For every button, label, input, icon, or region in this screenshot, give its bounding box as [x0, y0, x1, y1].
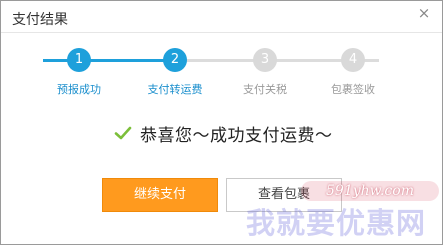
- check-icon: [114, 126, 132, 140]
- step-1-label: 预报成功: [57, 83, 101, 96]
- step-2-label: 支付转运费: [147, 83, 203, 96]
- step-track-completed: [43, 59, 175, 62]
- watermark-url: 591yhw.com: [301, 181, 439, 201]
- payment-result-dialog: 支付结果 × 1 2 3 4 预报成功 支付转运费 支付关税 包裹签收 恭喜您～…: [0, 0, 443, 245]
- dialog-title: 支付结果: [12, 12, 68, 28]
- step-3-label: 支付关税: [243, 83, 287, 96]
- header-divider: [1, 32, 442, 33]
- continue-payment-button[interactable]: 继续支付: [102, 178, 218, 212]
- step-3-circle: 3: [253, 48, 277, 72]
- step-4-circle: 4: [341, 48, 365, 72]
- step-2-circle: 2: [163, 48, 187, 72]
- result-message: 恭喜您～成功支付运费～: [114, 121, 333, 146]
- success-text: 恭喜您～成功支付运费～: [140, 125, 333, 146]
- close-icon[interactable]: ×: [417, 6, 431, 21]
- step-4-label: 包裹签收: [331, 83, 375, 96]
- step-1-circle: 1: [67, 48, 91, 72]
- watermark-logo-text: 我就要优惠网: [246, 206, 427, 240]
